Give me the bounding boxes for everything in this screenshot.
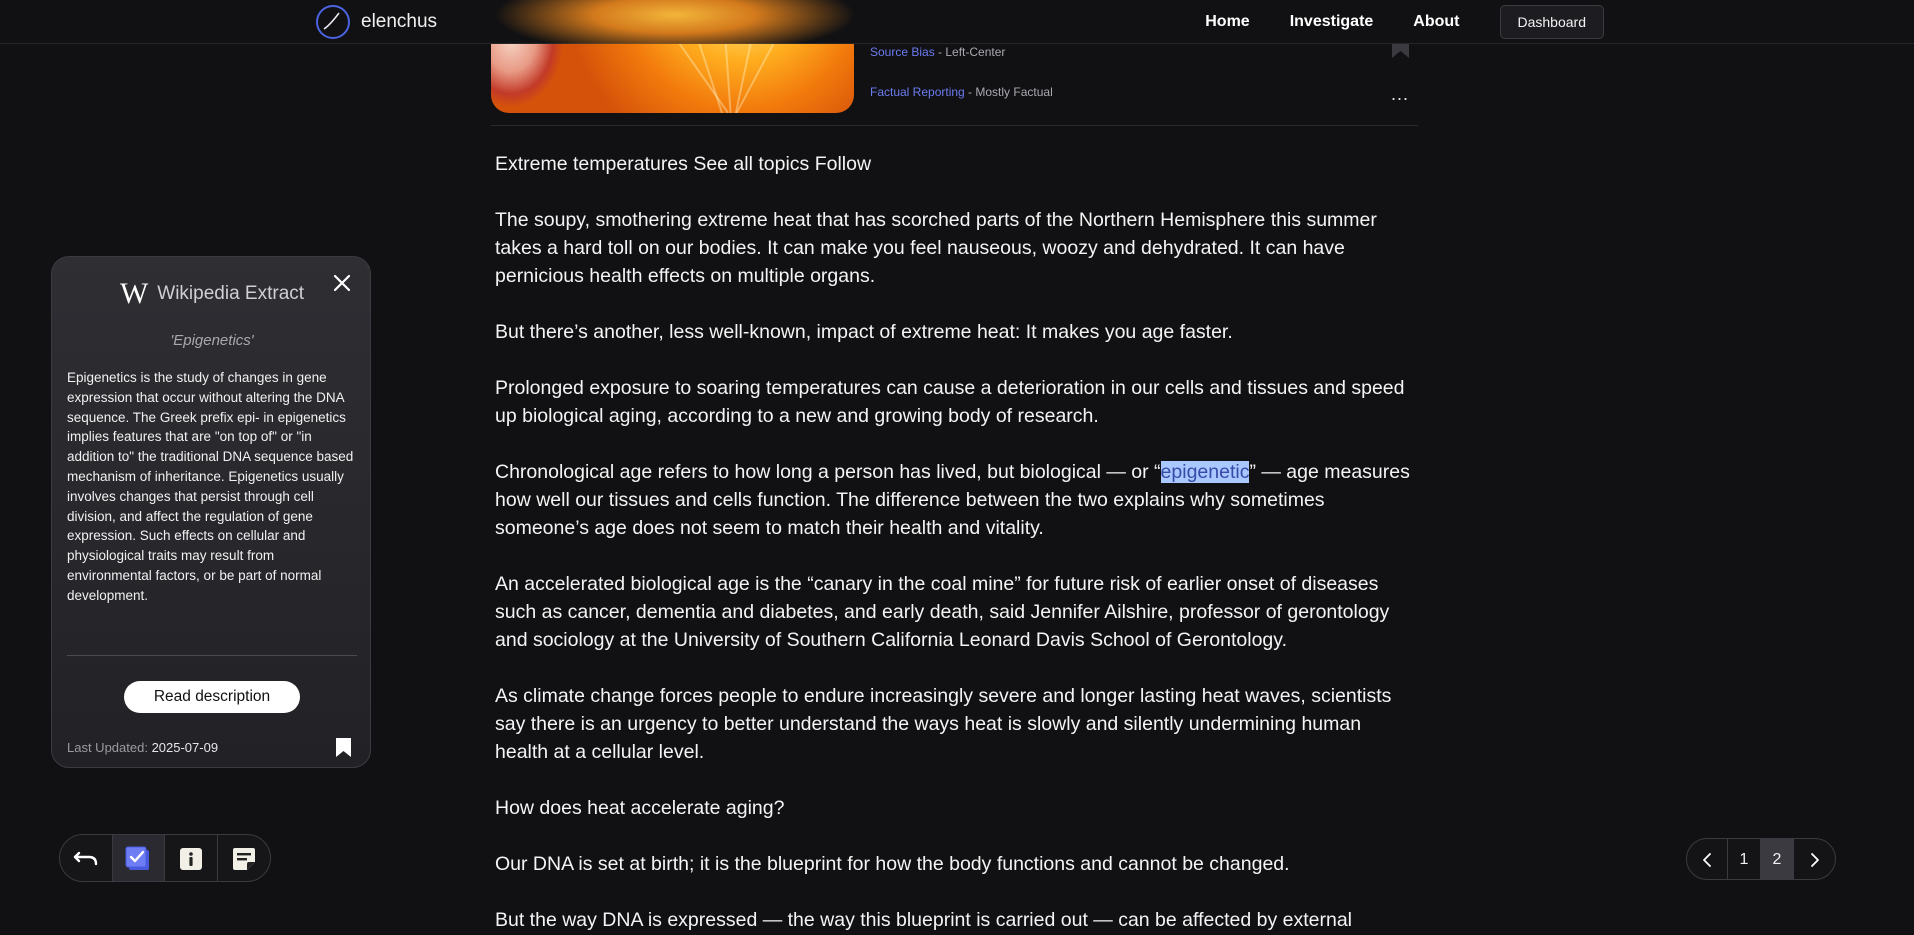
- wiki-panel-title: Wikipedia Extract: [157, 283, 305, 304]
- notes-icon: [232, 848, 255, 870]
- read-description-button[interactable]: Read description: [124, 681, 300, 713]
- brand-name: elenchus: [361, 11, 438, 32]
- article-paragraph: Prolonged exposure to soaring temperatur…: [495, 377, 1405, 427]
- wiki-term: 'Epigenetics': [170, 332, 254, 349]
- chevron-right-icon: [1810, 853, 1819, 867]
- factual-reporting-value: - Mostly Factual: [964, 85, 1053, 99]
- page-button-1[interactable]: 1: [1728, 839, 1761, 879]
- highlighted-term[interactable]: epigenetic: [1160, 461, 1250, 483]
- wikipedia-logo-icon: W: [119, 277, 149, 310]
- pagination: 1 2: [1686, 838, 1836, 880]
- article-subheading: How does heat accelerate aging?: [495, 797, 785, 819]
- wikipedia-extract-panel: W Wikipedia Extract 'Epigenetics' Epigen…: [51, 256, 371, 768]
- article-body: Extreme temperatures See all topics Foll…: [495, 150, 1415, 935]
- nav-about-link[interactable]: About: [1413, 13, 1459, 31]
- undo-button[interactable]: [60, 835, 113, 881]
- paragraph-text-before: Chronological age refers to how long a p…: [495, 461, 1161, 483]
- article-paragraph: As climate change forces people to endur…: [495, 685, 1392, 763]
- more-options-icon[interactable]: ...: [1391, 85, 1409, 103]
- factual-reporting: Factual Reporting - Mostly Factual: [870, 85, 1053, 99]
- brand[interactable]: elenchus: [315, 3, 437, 41]
- article-paragraph: An accelerated biological age is the “ca…: [495, 573, 1390, 651]
- source-bias-label[interactable]: Source Bias: [870, 45, 935, 59]
- next-page-button[interactable]: [1794, 839, 1835, 879]
- article-paragraph-highlighted: Chronological age refers to how long a p…: [495, 458, 1415, 542]
- wiki-extract-text: Epigenetics is the study of changes in g…: [67, 370, 354, 603]
- checklist-icon: [125, 846, 150, 870]
- top-nav: elenchus Home Investigate About Dashboar…: [0, 0, 1914, 44]
- dashboard-button[interactable]: Dashboard: [1499, 4, 1604, 39]
- article-paragraph: Extreme temperatures See all topics Foll…: [495, 153, 872, 175]
- article-paragraph: Our DNA is set at birth; it is the bluep…: [495, 853, 1290, 875]
- article-paragraph: But the way DNA is expressed — the way t…: [495, 909, 1352, 931]
- last-updated-value: 2025-07-09: [151, 740, 219, 755]
- article-paragraph: But there’s another, less well-known, im…: [495, 321, 1233, 343]
- notes-button[interactable]: [218, 835, 271, 881]
- undo-icon: [73, 851, 97, 866]
- wiki-header: W Wikipedia Extract: [52, 279, 372, 309]
- card-divider: [491, 125, 1418, 126]
- nav-investigate-link[interactable]: Investigate: [1290, 13, 1374, 31]
- info-icon: [179, 848, 202, 870]
- checklist-button[interactable]: [112, 835, 165, 881]
- bookmark-icon[interactable]: [336, 738, 351, 757]
- source-bias: Source Bias - Left-Center: [870, 45, 1005, 59]
- page-button-2-current[interactable]: 2: [1761, 839, 1794, 879]
- nav-home-link[interactable]: Home: [1205, 13, 1249, 31]
- factual-reporting-label[interactable]: Factual Reporting: [870, 85, 965, 99]
- info-button[interactable]: [165, 835, 218, 881]
- reader-toolbar: [59, 834, 271, 882]
- elenchus-logo-icon: [316, 5, 350, 39]
- wiki-divider: [67, 655, 357, 656]
- chevron-left-icon: [1703, 853, 1711, 867]
- wiki-last-updated: Last Updated: 2025-07-09: [67, 740, 218, 755]
- prev-page-button[interactable]: [1687, 839, 1728, 879]
- source-bias-value: - Left-Center: [934, 45, 1006, 59]
- last-updated-label: Last Updated:: [67, 740, 152, 755]
- close-icon[interactable]: [330, 271, 354, 295]
- article-paragraph: The soupy, smothering extreme heat that …: [495, 209, 1377, 287]
- nav-links: Home Investigate About Dashboard: [1205, 0, 1604, 43]
